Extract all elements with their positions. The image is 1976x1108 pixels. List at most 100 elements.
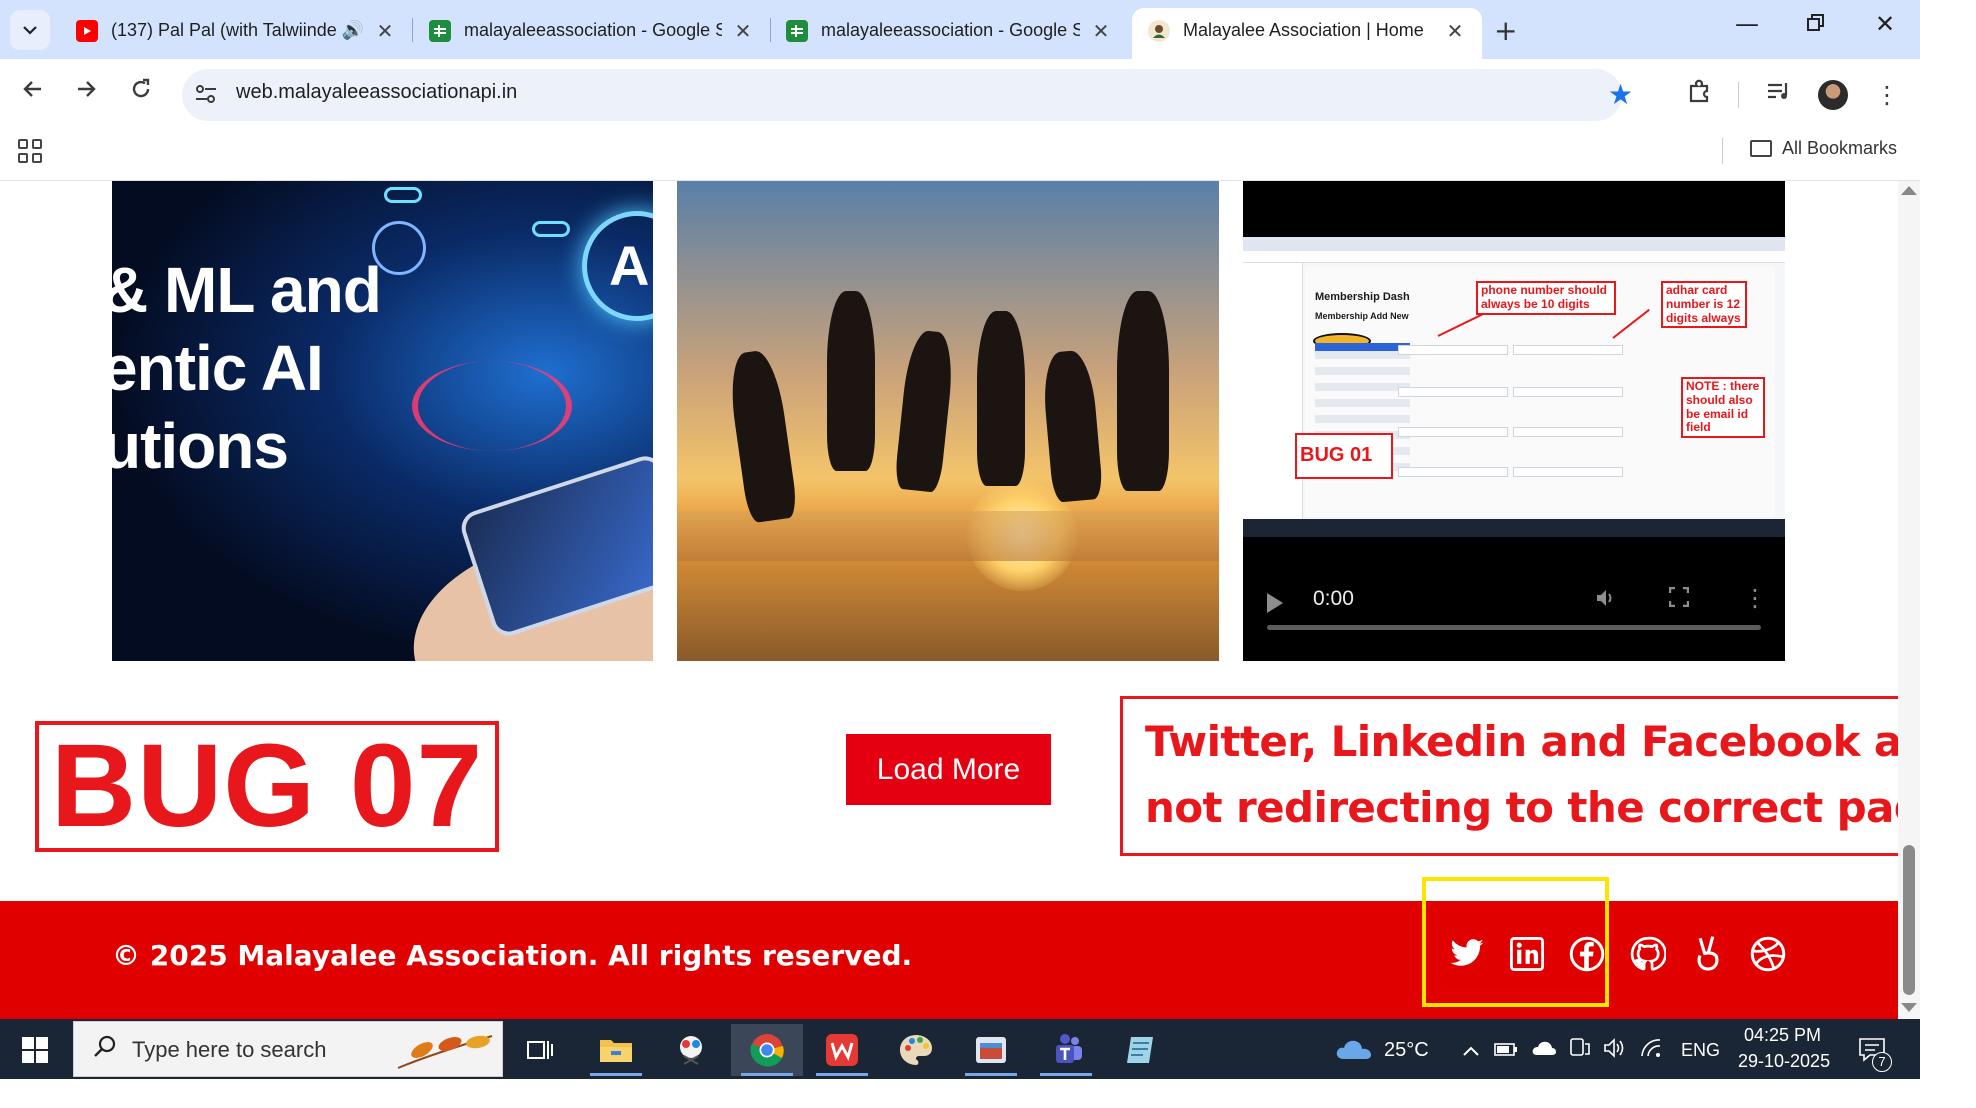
facebook-icon[interactable] (1567, 934, 1607, 974)
all-bookmarks-label: All Bookmarks (1782, 138, 1898, 158)
tab-youtube[interactable]: (137) Pal Pal (with Talwiinder 🔊 ✕ (60, 8, 412, 59)
chevron-up-icon[interactable] (1462, 1038, 1480, 1062)
volume-icon[interactable] (1595, 587, 1617, 615)
person-silhouette (827, 291, 875, 471)
youtube-icon (76, 19, 98, 42)
github-icon[interactable] (1628, 934, 1668, 974)
search-icon (92, 1034, 118, 1066)
more-menu-icon[interactable]: ⋮ (1870, 78, 1904, 112)
scrollbar-thumb[interactable] (1903, 845, 1915, 995)
video-page-title: Membership Dash (1315, 291, 1410, 303)
tab-google-sheets-2[interactable]: malayaleeassociation - Google S ✕ (770, 8, 1128, 59)
snipping-tool-icon[interactable] (655, 1024, 727, 1076)
back-button[interactable] (17, 76, 49, 108)
autumn-leaves-graphic (392, 1028, 502, 1072)
video-time: 0:00 (1313, 587, 1354, 610)
teams-icon[interactable] (1030, 1024, 1102, 1076)
bookmark-star-icon[interactable]: ★ (1608, 78, 1633, 111)
cloud-graphic (532, 221, 570, 237)
gallery-card-beach[interactable] (677, 181, 1219, 661)
gallery-card-ai-ml[interactable]: AI & ML and entic AI utions (112, 181, 653, 661)
bookmarks-bar (0, 125, 1920, 181)
speaker-icon[interactable]: 🔊 (342, 20, 364, 41)
minimize-button[interactable]: — (1717, 10, 1777, 38)
footer-copyright: © 2025 Malayalee Association. All rights… (112, 939, 913, 972)
close-tab-icon[interactable]: ✕ (1444, 19, 1466, 43)
annotation-email-note: NOTE : there should also be email id fie… (1681, 377, 1765, 439)
windows-start-icon[interactable] (22, 1037, 48, 1063)
language-indicator[interactable]: ENG (1681, 1040, 1720, 1061)
tab-google-sheets-1[interactable]: malayaleeassociation - Google S ✕ (413, 8, 770, 59)
peace-icon[interactable] (1688, 934, 1728, 974)
site-info-icon[interactable] (193, 82, 221, 108)
cloud-graphic (384, 187, 422, 203)
card-heading-line: & ML and (112, 254, 382, 326)
profile-avatar[interactable] (1818, 80, 1848, 110)
tab-title: (137) Pal Pal (with Talwiinder (111, 20, 338, 40)
sound-wave-graphic (412, 361, 572, 451)
new-tab-button[interactable]: + (1494, 14, 1517, 47)
close-window-button[interactable]: ✕ (1855, 10, 1915, 38)
close-tab-icon[interactable]: ✕ (732, 19, 754, 43)
device-icon[interactable] (1568, 1038, 1590, 1063)
arrow-left-icon (23, 81, 41, 97)
person-silhouette (977, 311, 1025, 486)
paint-icon[interactable] (880, 1024, 952, 1076)
reload-icon (132, 78, 150, 98)
dribbble-icon[interactable] (1748, 934, 1788, 974)
video-options-icon[interactable]: ⋮ (1743, 584, 1767, 612)
wps-office-icon[interactable] (806, 1024, 878, 1076)
tab-malayalee-home[interactable]: Malayalee Association | Home ✕ (1132, 8, 1482, 59)
extensions-icon[interactable] (1683, 78, 1717, 112)
gallery-card-video[interactable]: Membership Dash Membership Add New phone… (1243, 181, 1785, 661)
play-icon[interactable] (1267, 593, 1283, 613)
card-heading-line: entic AI (112, 332, 324, 404)
reload-button[interactable] (125, 76, 157, 108)
video-taskbar (1243, 519, 1785, 537)
video-progress-track[interactable] (1267, 625, 1761, 630)
video-field (1513, 387, 1623, 397)
wifi-icon[interactable] (1640, 1038, 1662, 1063)
fullscreen-icon[interactable] (1668, 586, 1690, 613)
task-view-icon[interactable] (504, 1024, 576, 1076)
battery-icon[interactable] (1494, 1038, 1518, 1062)
bookmarks-divider (1722, 138, 1723, 164)
tab-search-button[interactable] (10, 10, 50, 50)
chrome-icon[interactable] (731, 1024, 803, 1076)
tab-title: malayaleeassociation - Google S (464, 20, 722, 40)
weather-cloud-icon[interactable] (1334, 1037, 1374, 1066)
scroll-down-arrow-icon[interactable] (1901, 1003, 1917, 1012)
all-bookmarks-button[interactable]: All Bookmarks (1750, 138, 1897, 159)
scroll-up-arrow-icon[interactable] (1901, 186, 1917, 195)
close-tab-icon[interactable]: ✕ (1090, 19, 1112, 43)
card-heading-line: utions (112, 410, 289, 482)
weather-temperature[interactable]: 25°C (1384, 1039, 1429, 1062)
chevron-down-icon (23, 26, 37, 35)
video-page-subtitle: Membership Add New (1315, 311, 1409, 321)
notes-app-icon[interactable] (1105, 1024, 1177, 1076)
bug-description: Twitter, Linkedin and Facebook are not r… (1120, 696, 1920, 856)
photos-icon[interactable] (955, 1024, 1027, 1076)
volume-icon[interactable] (1603, 1038, 1625, 1063)
clock-time[interactable]: 04:25 PM (1744, 1025, 1821, 1046)
video-sidebar (1243, 263, 1303, 523)
clock-date[interactable]: 29-10-2025 (1738, 1051, 1830, 1072)
media-control-icon[interactable] (1762, 78, 1796, 112)
apps-grid-icon[interactable] (18, 139, 42, 163)
load-more-button[interactable]: Load More (846, 734, 1051, 805)
forward-button[interactable] (70, 76, 102, 108)
folder-icon (1750, 140, 1772, 157)
file-explorer-icon[interactable] (580, 1024, 652, 1076)
close-tab-icon[interactable]: ✕ (374, 19, 396, 43)
onedrive-icon[interactable] (1531, 1038, 1557, 1062)
video-browser-bar (1243, 251, 1785, 263)
video-field (1513, 345, 1623, 355)
video-browser-tabs (1243, 237, 1785, 251)
screen-bottom-margin (0, 1079, 1976, 1108)
bug-label: BUG 07 (35, 721, 499, 852)
restore-button[interactable] (1786, 10, 1846, 38)
linkedin-icon[interactable] (1507, 934, 1547, 974)
twitter-icon[interactable] (1447, 934, 1487, 974)
taskbar-search-placeholder[interactable]: Type here to search (132, 1037, 326, 1063)
url-text[interactable]: web.malayaleeassociationapi.in (236, 81, 517, 104)
